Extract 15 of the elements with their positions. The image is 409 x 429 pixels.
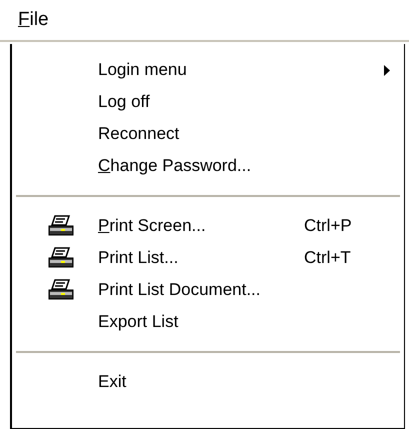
printer-icon	[47, 214, 75, 238]
printer-icon	[47, 246, 75, 270]
menu-item[interactable]: Print List Document...	[98, 280, 261, 300]
menu-item[interactable]: Reconnect	[98, 124, 180, 144]
menu-item[interactable]: Exit	[98, 372, 126, 392]
menu-item[interactable]: Login menu	[98, 60, 187, 80]
menu-item[interactable]: Export List	[98, 312, 178, 332]
shortcut-text: Ctrl+T	[304, 248, 352, 268]
menu-item[interactable]: Change Password...	[98, 156, 252, 176]
shortcut-text: Ctrl+P	[304, 216, 353, 236]
menu-title[interactable]: File	[18, 9, 49, 31]
printer-icon	[47, 278, 75, 302]
menu-item[interactable]: Print List...	[98, 248, 178, 268]
menu-item[interactable]: Print Screen...	[98, 216, 206, 236]
menu-item[interactable]: Log off	[98, 92, 150, 112]
